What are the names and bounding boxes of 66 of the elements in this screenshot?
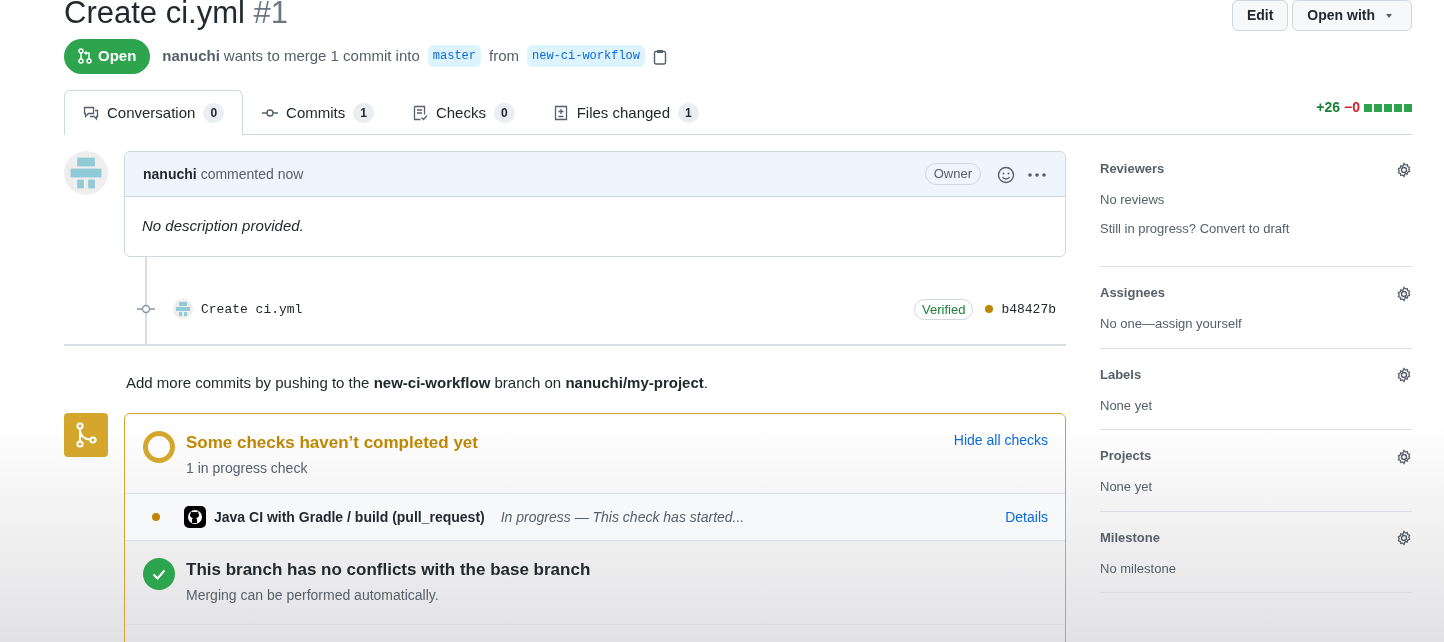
- merge-summary-text: from: [489, 46, 519, 66]
- branch-merge-icon: [64, 412, 108, 457]
- settings-icon: [1396, 367, 1412, 384]
- status-badge: Open: [64, 39, 151, 74]
- sidebar-heading[interactable]: Assignees: [1100, 283, 1166, 303]
- tab-count: 0: [493, 102, 515, 123]
- tab-count: 1: [353, 102, 374, 123]
- check-status: In progress — This check has started...: [500, 507, 745, 527]
- base-branch-label[interactable]: master: [427, 45, 481, 68]
- app-logo-icon: [184, 506, 206, 528]
- sidebar-heading[interactable]: Milestone: [1100, 527, 1160, 548]
- checks-icon: [411, 104, 428, 121]
- checks-title: Some checks haven’t completed yet: [186, 431, 478, 454]
- merge-summary-author[interactable]: nanuchi: [162, 45, 220, 68]
- sidebar-text: None yet: [1100, 478, 1154, 496]
- tab[interactable]: Commits 1: [243, 89, 393, 135]
- files-icon: [552, 104, 569, 121]
- pending-status-dot-icon: [152, 513, 160, 521]
- pr-title: Create ci.yml #1: [64, 0, 288, 30]
- commit-icon: [137, 303, 155, 316]
- commit-sha[interactable]: b48427b: [1001, 299, 1056, 319]
- pending-ring-icon: [142, 429, 176, 464]
- deletions-count: −0: [1344, 98, 1360, 117]
- tab-count: 0: [203, 102, 225, 123]
- tab[interactable]: Checks 0: [392, 89, 534, 135]
- sidebar-heading[interactable]: Projects: [1100, 446, 1152, 466]
- tab[interactable]: Conversation 0: [64, 89, 244, 135]
- avatar-icon: [64, 151, 108, 195]
- sidebar-text: No one—assign yourself: [1100, 315, 1243, 333]
- check-circle-icon: [142, 557, 176, 591]
- merge-status-title: This branch has no conflicts with the base branch: [186, 559, 591, 581]
- push-hint: Add more commits by pushing to the new-ci-workflow branch on nanuchi/my-project.: [126, 373, 709, 393]
- avatar-icon: [173, 299, 193, 320]
- commit-message[interactable]: Create ci.yml: [201, 299, 303, 319]
- sidebar-text: No reviews: [1100, 191, 1166, 209]
- check-name[interactable]: Java CI with Gradle / build (pull_request): [214, 506, 485, 528]
- tab-count: 1: [678, 102, 699, 123]
- sidebar-text: No milestone: [1100, 559, 1177, 578]
- comment-body: No description provided.: [141, 216, 305, 236]
- settings-icon: [1396, 161, 1412, 178]
- pull-request-icon: [78, 48, 92, 65]
- head-branch-label[interactable]: new-ci-workflow: [527, 45, 646, 68]
- settings-icon: [1396, 530, 1412, 547]
- ellipsis-icon: [1027, 171, 1047, 178]
- checks-subtitle: 1 in progress check: [186, 459, 309, 478]
- sidebar-text: Still in progress? Convert to draft: [1100, 219, 1291, 238]
- settings-icon: [1396, 448, 1412, 465]
- details-link[interactable]: Details: [1005, 506, 1048, 528]
- open-with-button[interactable]: Open with: [1292, 0, 1412, 31]
- merge-summary-text: wants to merge 1 commit into: [223, 46, 420, 66]
- comment-timestamp: commented now: [200, 164, 304, 184]
- edit-button[interactable]: Edit: [1231, 0, 1289, 31]
- clipboard-icon: [653, 49, 668, 65]
- sidebar-heading[interactable]: Reviewers: [1100, 159, 1165, 179]
- pending-status-dot-icon: [985, 305, 994, 314]
- merge-status-subtitle: Merging can be performed automatically.: [186, 585, 440, 605]
- comment-author[interactable]: nanuchi: [143, 163, 197, 185]
- additions-count: +26: [1316, 98, 1341, 117]
- conversation-icon: [83, 104, 99, 121]
- sidebar-text: None yet: [1100, 396, 1154, 415]
- smiley-icon: [997, 165, 1015, 184]
- hide-checks-link[interactable]: Hide all checks: [953, 429, 1048, 451]
- settings-icon: [1396, 285, 1412, 302]
- diffstat-drawing: [1364, 103, 1412, 112]
- sidebar-heading[interactable]: Labels: [1100, 364, 1142, 385]
- tab[interactable]: Files changed 1: [533, 89, 718, 135]
